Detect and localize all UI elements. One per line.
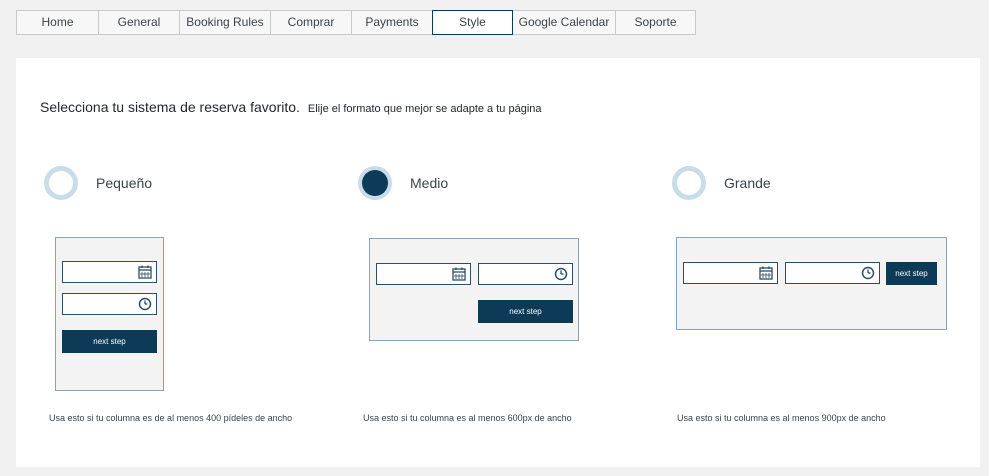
calendar-icon [138, 265, 152, 279]
option-medium-label: Medio [410, 175, 449, 191]
date-field [376, 263, 471, 285]
radio-large[interactable] [672, 166, 706, 200]
time-field [478, 263, 573, 285]
page-subtitle: Elije el formato que mejor se adapte a t… [307, 103, 542, 115]
time-field [62, 293, 157, 315]
radio-selected-dot [362, 170, 388, 196]
tab-soporte[interactable]: Soporte [616, 10, 696, 35]
next-step-button: next step [62, 330, 157, 353]
tab-style[interactable]: Style [432, 10, 513, 35]
note-medium: Usa esto si tu columna es al menos 600px… [363, 413, 572, 423]
tab-booking-rules[interactable]: Booking Rules [180, 10, 271, 35]
style-panel: Selecciona tu sistema de reserva favorit… [16, 58, 980, 467]
page-heading: Selecciona tu sistema de reserva favorit… [40, 99, 542, 115]
option-medium[interactable]: Medio [358, 166, 448, 200]
preview-small: next step [55, 237, 164, 391]
note-small: Usa esto si tu columna es de al menos 40… [49, 413, 293, 423]
radio-small[interactable] [44, 166, 78, 200]
calendar-icon [452, 267, 466, 281]
option-large[interactable]: Grande [672, 166, 771, 200]
option-small[interactable]: Pequeño [44, 166, 152, 200]
next-step-button: next step [886, 262, 937, 285]
note-large: Usa esto si tu columna es al menos 900px… [677, 413, 886, 423]
date-field [62, 261, 157, 283]
time-field [785, 262, 880, 284]
clock-icon [138, 297, 152, 311]
preview-large: next step [676, 237, 947, 330]
tab-payments[interactable]: Payments [352, 10, 433, 35]
tab-general[interactable]: General [99, 10, 180, 35]
option-small-label: Pequeño [96, 175, 153, 191]
preview-medium: next step [369, 238, 579, 341]
clock-icon [554, 267, 568, 281]
tab-google-calendar[interactable]: Google Calendar [513, 10, 616, 35]
tab-home[interactable]: Home [16, 10, 99, 35]
option-large-label: Grande [724, 175, 771, 191]
calendar-icon [759, 266, 773, 280]
tab-comprar[interactable]: Comprar [271, 10, 352, 35]
tab-bar: Home General Booking Rules Comprar Payme… [16, 10, 696, 35]
clock-icon [861, 266, 875, 280]
next-step-button: next step [478, 300, 573, 323]
radio-medium[interactable] [358, 166, 392, 200]
date-field [683, 262, 778, 284]
page-title: Selecciona tu sistema de reserva favorit… [40, 99, 300, 115]
